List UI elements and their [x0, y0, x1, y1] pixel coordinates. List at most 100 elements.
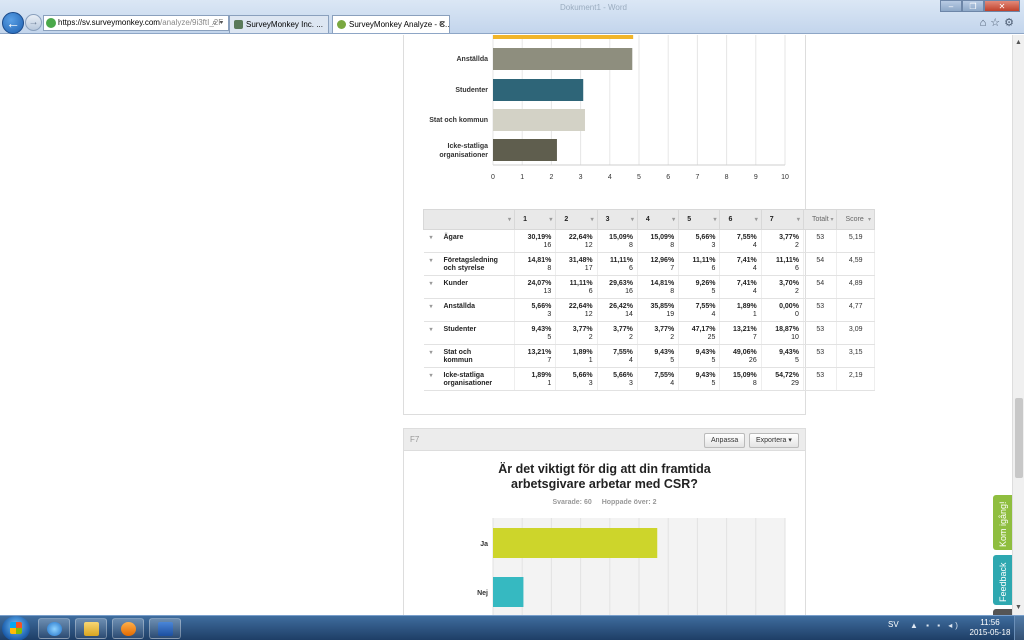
export-label: Exportera — [756, 437, 787, 444]
header-cell-total[interactable]: Totalt ▾ — [802, 209, 838, 230]
row-score: 4,89 — [836, 275, 875, 299]
maximize-button[interactable]: ❐ — [962, 0, 984, 12]
bar-2[interactable] — [493, 109, 585, 131]
bar-ja[interactable] — [493, 528, 658, 558]
close-window-button[interactable]: ✕ — [984, 0, 1020, 12]
row-label[interactable]: ▾ Företagsledning och styrelse — [423, 252, 516, 276]
expand-icon[interactable]: ▾ — [430, 257, 433, 265]
x-tick-label: 7 — [695, 174, 699, 181]
category-label: Studenter — [455, 87, 488, 94]
cell-percent: 5,66% — [613, 372, 633, 379]
scroll-down-icon[interactable]: ▼ — [1015, 604, 1022, 611]
sort-icon: ▾ — [549, 217, 553, 223]
table-cell: 9,43% 5 — [678, 344, 721, 368]
bar-nej[interactable] — [493, 577, 524, 607]
row-label[interactable]: ▾ Studenter — [423, 321, 516, 345]
tray-icons[interactable]: ▲ ▪ ▪ ◂) — [910, 621, 961, 630]
scroll-up-icon[interactable]: ▲ — [1015, 39, 1022, 46]
header-cell-7[interactable]: 7 ▾ — [760, 209, 804, 230]
show-desktop-button[interactable] — [1014, 616, 1024, 640]
cell-percent: 5,66% — [531, 303, 552, 310]
tab-surveymonkey-analyze[interactable]: SurveyMonkey Analyze - C... ✕ — [332, 15, 450, 33]
address-bar[interactable]: https://sv.surveymonkey.com/analyze/9i3f… — [43, 15, 229, 31]
expand-icon[interactable]: ▾ — [430, 280, 433, 288]
cell-count: 12 — [584, 242, 593, 249]
vertical-scrollbar[interactable]: ▲ ▼ — [1012, 35, 1024, 615]
row-label[interactable]: ▾ Ägare — [423, 229, 516, 253]
scrollbar-thumb[interactable] — [1015, 398, 1023, 478]
close-tab-icon[interactable]: ✕ — [438, 16, 446, 33]
row-label[interactable]: ▾ Anställda — [423, 298, 516, 322]
expand-icon[interactable]: ▾ — [430, 234, 433, 242]
export-button[interactable]: Exportera ▾ — [749, 433, 799, 448]
row-label[interactable]: ▾ Kunder — [423, 275, 516, 299]
feedback-tab[interactable]: Feedback — [993, 555, 1012, 605]
cell-count: 8 — [547, 265, 552, 272]
bar-3[interactable] — [493, 139, 557, 161]
cell-count: 6 — [629, 265, 633, 272]
customize-button[interactable]: Anpassa — [704, 433, 746, 448]
start-button[interactable] — [2, 616, 30, 640]
taskbar-media-player[interactable] — [112, 618, 144, 639]
header-cell-2[interactable]: 2 ▾ — [555, 209, 598, 230]
cell-percent: 22,64% — [568, 303, 593, 310]
row-label[interactable]: ▾ Icke-statliga organisationer — [423, 367, 516, 391]
table-cell: 9,43% 5 — [637, 344, 680, 368]
table-cell: 13,21% 7 — [514, 344, 557, 368]
tab-surveymonkey-inc[interactable]: SurveyMonkey Inc. ... — [229, 15, 329, 33]
cell-percent: 13,21% — [527, 349, 552, 356]
minimize-button[interactable]: – — [940, 0, 962, 12]
bar-partial[interactable] — [493, 35, 634, 39]
table-row: ▾ Studenter 9,43% 5 3,77% 2 3,77% 2 3,77% 2 47,17%… — [423, 321, 875, 345]
get-started-tab[interactable]: Kom igång! — [993, 495, 1012, 550]
cell-count: 3 — [547, 311, 552, 318]
cell-percent: 9,26% — [695, 280, 716, 287]
clock[interactable]: 11:56 2015-05-18 — [968, 618, 1012, 638]
tab-label: SurveyMonkey Analyze - C... — [349, 20, 450, 29]
expand-icon[interactable]: ▾ — [430, 326, 433, 334]
surveymonkey-icon — [337, 20, 346, 29]
table-cell: 11,11% 6 — [555, 275, 598, 299]
expand-icon[interactable]: ▾ — [430, 372, 433, 380]
question-id: F7 — [410, 435, 420, 444]
header-cell-3[interactable]: 3 ▾ — [596, 209, 638, 230]
forward-button[interactable]: → — [25, 14, 42, 31]
site-icon — [46, 18, 56, 28]
back-button[interactable]: ← — [2, 12, 24, 34]
header-cell-4[interactable]: 4 ▾ — [636, 209, 680, 230]
cell-count: 5 — [711, 357, 716, 364]
bar-1[interactable] — [493, 79, 584, 101]
taskbar-word[interactable] — [149, 618, 181, 639]
row-label-line1: Icke-statliga — [443, 372, 484, 379]
browser-toolbar-icons[interactable]: ⌂☆⚙ — [980, 16, 1018, 29]
table-cell: 5,66% 3 — [678, 229, 721, 253]
row-label[interactable]: ▾ Stat och kommun — [423, 344, 516, 368]
cell-percent: 15,09% — [732, 372, 757, 379]
language-indicator[interactable]: SV — [888, 620, 899, 629]
cell-count: 5 — [670, 357, 675, 364]
cell-percent: 7,55% — [695, 303, 716, 310]
address-bar-icons[interactable]: ⌕ ▾ — [212, 15, 223, 29]
cell-percent: 3,77% — [779, 234, 799, 241]
results-table: ▾ 1 ▾ 2 ▾ 3 ▾ 4 ▾ 5 ▾ 6 ▾ 7 ▾ Totalt ▾ Score ▾ ▾ Ä… — [422, 209, 875, 391]
category-label: Ja — [480, 541, 488, 548]
expand-icon[interactable]: ▾ — [430, 349, 433, 357]
cell-percent: 13,21% — [732, 326, 757, 333]
table-row: ▾ Kunder 24,07% 13 11,11% 6 29,63% 16 14,81% 8 9,2… — [423, 275, 875, 299]
expand-icon[interactable]: ▾ — [430, 303, 433, 311]
header-cell-5[interactable]: 5 ▾ — [678, 209, 721, 230]
bar-0[interactable] — [493, 48, 633, 70]
cell-count: 2 — [795, 242, 799, 249]
header-cell-1[interactable]: 1 ▾ — [514, 209, 557, 230]
header-cell-blank[interactable]: ▾ — [422, 209, 516, 230]
taskbar-ie[interactable] — [38, 618, 70, 639]
header-cell-6[interactable]: 6 ▾ — [719, 209, 762, 230]
table-cell: 7,55% 4 — [637, 367, 680, 391]
taskbar-explorer[interactable] — [75, 618, 107, 639]
table-cell: 11,11% 6 — [678, 252, 721, 276]
header-cell-score[interactable]: Score ▾ — [836, 209, 875, 230]
cell-percent: 3,77% — [572, 326, 593, 333]
table-cell: 7,55% 4 — [719, 229, 762, 253]
table-cell: 5,66% 3 — [597, 367, 638, 391]
cell-percent: 18,87% — [775, 326, 799, 333]
